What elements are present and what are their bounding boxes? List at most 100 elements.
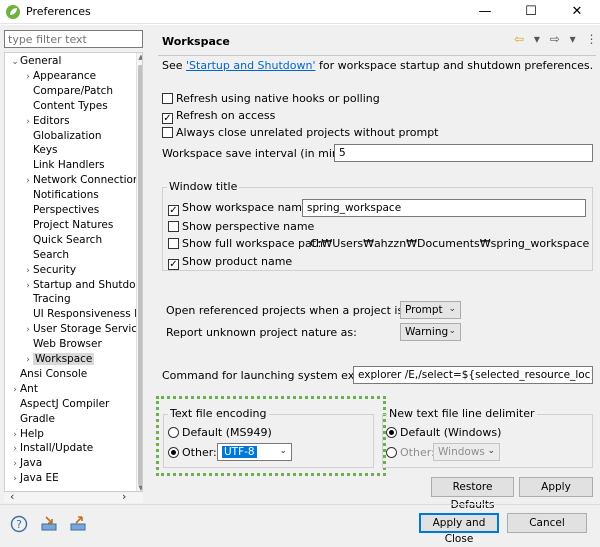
show-workspace-name-label: Show workspace name: xyxy=(182,201,313,214)
tree-item[interactable]: Perspectives xyxy=(23,203,99,218)
apply-and-close-button[interactable]: Apply and Close xyxy=(419,513,499,545)
radio-button-selected[interactable] xyxy=(386,427,397,438)
tree-item[interactable]: Ansi Console xyxy=(10,367,87,382)
delimiter-select[interactable]: Windows ⌄ xyxy=(433,443,500,461)
close-unrelated-checkbox[interactable]: Always close unrelated projects without … xyxy=(162,126,439,139)
forward-menu-icon[interactable]: ▾ xyxy=(570,32,576,46)
refresh-native-checkbox[interactable]: Refresh using native hooks or polling xyxy=(162,92,380,105)
show-product-checkbox[interactable]: ✓ Show product name xyxy=(168,255,292,270)
refresh-access-checkbox[interactable]: ✓ Refresh on access xyxy=(162,109,275,124)
minimize-button[interactable]: — xyxy=(462,0,508,24)
tree-horizontal-scrollbar[interactable]: ‹ › xyxy=(4,490,143,503)
close-button[interactable]: ✕ xyxy=(554,0,600,24)
preference-tree[interactable]: › Java EE › Java › Install/Update › Help Gradle A… xyxy=(4,52,143,492)
tree-item[interactable]: Notifications xyxy=(23,188,99,203)
tree-item[interactable]: › User Storage Service xyxy=(23,322,142,338)
tree-item[interactable]: › Startup and Shutdow xyxy=(23,278,142,294)
tree-item[interactable]: Keys xyxy=(23,143,58,158)
encoding-default-radio[interactable]: Default (MS949) xyxy=(168,426,272,439)
startup-shutdown-link[interactable]: 'Startup and Shutdown' xyxy=(186,59,315,72)
tree-item[interactable]: › Install/Update xyxy=(10,441,93,456)
unknown-nature-select[interactable]: Warning ⌄ xyxy=(400,323,461,341)
checkbox-box[interactable] xyxy=(168,221,179,232)
chevron-right-icon[interactable]: › xyxy=(23,264,33,279)
tree-item[interactable]: Project Natures xyxy=(23,218,113,233)
spring-leaf-icon xyxy=(6,5,20,19)
checkbox-box[interactable] xyxy=(162,93,173,104)
tree-item-label: Notifications xyxy=(33,189,99,202)
explorer-command-input[interactable]: explorer /E,/select=${selected_resource_… xyxy=(353,366,593,384)
checkmark-icon[interactable]: ✓ xyxy=(168,259,179,270)
scroll-left-icon[interactable]: ‹ xyxy=(10,490,14,503)
chevron-right-icon[interactable]: › xyxy=(10,383,20,398)
show-path-checkbox[interactable]: Show full workspace path: xyxy=(168,237,327,250)
scroll-right-icon[interactable]: › xyxy=(122,490,126,503)
tree-item[interactable]: Search xyxy=(23,248,69,263)
tree-item[interactable]: › Security xyxy=(23,263,76,278)
open-referenced-select[interactable]: Prompt ⌄ xyxy=(400,301,461,319)
encoding-other-radio[interactable]: Other: xyxy=(168,446,217,459)
tree-item[interactable]: Tracing xyxy=(23,292,71,307)
chevron-right-icon[interactable]: › xyxy=(23,174,33,189)
checkmark-icon[interactable]: ✓ xyxy=(162,113,173,124)
chevron-right-icon[interactable]: › xyxy=(23,353,33,368)
delimiter-default-radio[interactable]: Default (Windows) xyxy=(386,426,501,439)
tree-item[interactable]: › Editors xyxy=(23,114,69,130)
checkbox-box[interactable] xyxy=(168,238,179,249)
apply-button[interactable]: Apply xyxy=(519,477,593,497)
radio-button-selected[interactable] xyxy=(168,447,179,458)
tree-item[interactable]: › Ant xyxy=(10,382,38,397)
tree-item[interactable]: › Java EE xyxy=(10,471,59,486)
chevron-right-icon[interactable]: › xyxy=(10,428,20,443)
tree-item[interactable]: › Help xyxy=(10,427,44,442)
back-arrow-icon[interactable]: ⇦ xyxy=(514,32,524,46)
maximize-button[interactable]: ☐ xyxy=(508,0,554,24)
tree-item[interactable]: › Network Connection xyxy=(23,173,139,189)
back-menu-icon[interactable]: ▾ xyxy=(534,32,540,46)
chevron-down-icon: ⌄ xyxy=(448,304,456,314)
show-workspace-name-checkbox[interactable]: ✓ Show workspace name: xyxy=(168,201,312,216)
tree-item[interactable]: Gradle xyxy=(10,412,55,427)
radio-button[interactable] xyxy=(386,447,397,458)
workspace-name-input[interactable]: spring_workspace xyxy=(302,199,586,217)
tree-item[interactable]: Web Browser xyxy=(23,337,102,352)
import-icon[interactable] xyxy=(40,515,58,533)
chevron-right-icon[interactable]: › xyxy=(10,457,20,472)
more-options-icon[interactable]: ⋮ xyxy=(586,32,598,46)
tree-item[interactable]: › Appearance xyxy=(23,69,96,84)
tree-item[interactable]: › Java xyxy=(10,456,42,471)
filter-input[interactable] xyxy=(4,30,143,48)
chevron-right-icon[interactable]: › xyxy=(10,442,20,457)
cancel-button[interactable]: Cancel xyxy=(507,513,587,533)
chevron-down-icon[interactable]: ⌄ xyxy=(10,55,20,70)
export-icon[interactable] xyxy=(69,515,87,533)
chevron-right-icon[interactable]: › xyxy=(23,279,33,294)
radio-button[interactable] xyxy=(168,427,179,438)
save-interval-input[interactable]: 5 xyxy=(334,144,593,162)
tree-item[interactable]: Quick Search xyxy=(23,233,102,248)
tree-item[interactable]: Content Types xyxy=(23,99,108,114)
tree-vertical-scrollbar[interactable]: ▲ ▼ xyxy=(136,53,142,491)
restore-defaults-button[interactable]: Restore Defaults xyxy=(431,477,514,511)
help-icon[interactable]: ? xyxy=(10,515,28,533)
chevron-right-icon[interactable]: › xyxy=(23,323,33,338)
chevron-right-icon[interactable]: › xyxy=(23,70,33,85)
tree-item[interactable]: Link Handlers xyxy=(23,158,105,173)
tree-item[interactable]: AspectJ Compiler xyxy=(10,397,109,412)
tree-item[interactable]: UI Responsiveness M xyxy=(23,307,142,322)
encoding-select[interactable]: UTF-8 ⌄ xyxy=(217,443,292,461)
forward-arrow-icon[interactable]: ⇨ xyxy=(550,32,560,46)
show-perspective-checkbox[interactable]: Show perspective name xyxy=(168,220,314,233)
tree-item[interactable]: ⌄General xyxy=(10,54,61,69)
scroll-thumb[interactable] xyxy=(138,65,142,485)
tree-item[interactable]: Globalization xyxy=(23,129,101,144)
chevron-right-icon[interactable]: › xyxy=(10,472,20,487)
tree-item[interactable]: Compare/Patch xyxy=(23,84,113,99)
checkmark-icon[interactable]: ✓ xyxy=(168,205,179,216)
checkbox-box[interactable] xyxy=(162,127,173,138)
scroll-down-icon[interactable]: ▼ xyxy=(137,484,142,491)
delimiter-other-radio[interactable]: Other: xyxy=(386,446,435,459)
scroll-up-icon[interactable]: ▲ xyxy=(137,53,142,61)
chevron-right-icon[interactable]: › xyxy=(23,115,33,130)
tree-item[interactable]: › Workspace xyxy=(23,352,95,368)
